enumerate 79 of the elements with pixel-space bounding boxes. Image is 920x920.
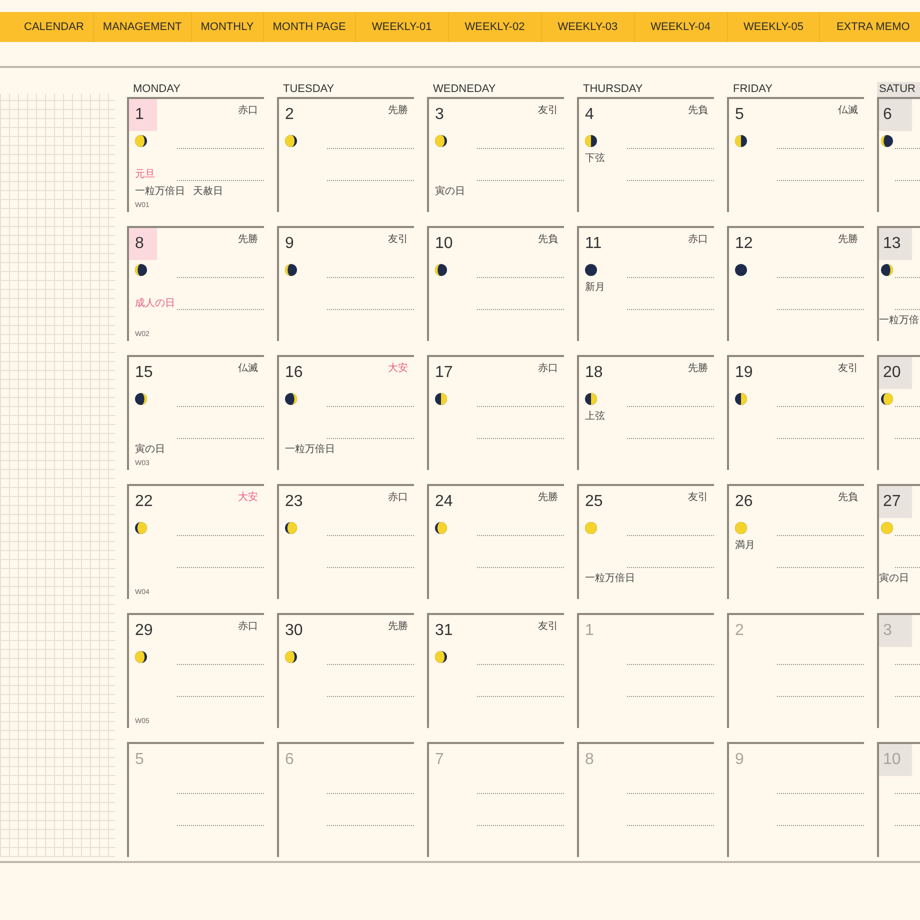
- date-number: 10: [434, 234, 454, 254]
- date-number: 4: [584, 105, 595, 125]
- date-number: 9: [284, 234, 295, 254]
- date-number: 12: [734, 234, 754, 254]
- rokuyo-label: 先勝: [388, 104, 409, 117]
- date-number: 17: [434, 363, 454, 383]
- weekday-header: WEDNEDAY: [432, 82, 497, 97]
- date-number: 25: [584, 492, 604, 512]
- date-number: 20: [879, 357, 912, 389]
- rokuyo-label: 仏滅: [838, 104, 859, 117]
- rokuyo-label: 先負: [688, 104, 709, 117]
- moon-phase-label: 上弦: [585, 410, 605, 423]
- event-label: 一粒万倍日: [585, 572, 635, 585]
- event-label: 一粒万倍日: [285, 442, 335, 456]
- event-label: 天赦日: [193, 185, 223, 198]
- date-number: 30: [284, 621, 304, 641]
- date-number: 22: [134, 492, 154, 512]
- weekday-header: TUESDAY: [282, 82, 336, 97]
- date-number: 6: [284, 750, 295, 770]
- weekday-header: THURSDAY: [582, 82, 644, 97]
- date-number: 26: [734, 492, 754, 512]
- rokuyo-label: 先勝: [838, 232, 859, 246]
- date-number: 8: [129, 228, 157, 260]
- date-number: 5: [134, 750, 145, 770]
- rokuyo-label: 先負: [538, 232, 559, 246]
- date-number: 23: [284, 492, 304, 512]
- rokuyo-label: 仏滅: [238, 362, 259, 375]
- rokuyo-label: 先負: [838, 490, 859, 504]
- rokuyo-label: 赤口: [538, 362, 559, 375]
- date-number: 15: [134, 363, 154, 383]
- rokuyo-label: 赤口: [688, 232, 709, 246]
- date-number: 11: [584, 234, 603, 254]
- holiday-name: 元旦: [135, 168, 155, 181]
- weekday-header: FRIDAY: [732, 82, 774, 97]
- date-number: 9: [734, 750, 745, 770]
- date-number: 8: [584, 750, 595, 770]
- rokuyo-label: 友引: [688, 491, 709, 504]
- rokuyo-label: 先勝: [688, 362, 709, 375]
- date-number: 13: [879, 228, 912, 260]
- weekday-header: SATUR: [877, 82, 920, 97]
- event-label: 寅の日: [435, 184, 465, 198]
- moon-phase-label: 満月: [735, 538, 755, 552]
- date-number: 6: [879, 99, 912, 131]
- date-number: 5: [734, 105, 745, 125]
- date-number: 16: [284, 363, 304, 383]
- date-number: 31: [434, 621, 454, 641]
- date-number: 27: [879, 486, 912, 518]
- date-number: 29: [134, 621, 154, 641]
- moon-phase-label: 下弦: [585, 152, 605, 165]
- date-number: 3: [434, 105, 445, 125]
- rokuyo-label: 先勝: [238, 232, 259, 246]
- event-label: 一粒万倍: [879, 314, 919, 327]
- event-label: 寅の日: [135, 442, 165, 456]
- moon-phase-label: 新月: [585, 280, 605, 294]
- holiday-name: 成人の日: [135, 296, 175, 310]
- date-number: 1: [584, 621, 595, 641]
- date-number: 19: [734, 363, 754, 383]
- rokuyo-label: 友引: [838, 362, 859, 375]
- rokuyo-label: 赤口: [238, 620, 259, 633]
- date-number: 2: [284, 105, 295, 125]
- date-number: 2: [734, 621, 745, 641]
- rokuyo-label: 先勝: [538, 490, 559, 504]
- date-number: 18: [584, 363, 604, 383]
- rokuyo-label: 友引: [538, 620, 559, 633]
- date-number: 24: [434, 492, 454, 512]
- date-number: 1: [129, 99, 157, 131]
- rokuyo-label: 大安: [388, 362, 409, 375]
- rokuyo-label: 赤口: [388, 490, 409, 504]
- weekday-header: MONDAY: [132, 82, 182, 97]
- event-label: 一粒万倍日: [135, 184, 185, 198]
- date-number: 7: [434, 750, 445, 770]
- rokuyo-label: 先勝: [388, 620, 409, 633]
- rokuyo-label: 大安: [238, 490, 259, 504]
- rokuyo-label: 友引: [388, 233, 409, 246]
- rokuyo-label: 友引: [538, 104, 559, 117]
- event-label: 寅の日: [879, 572, 909, 585]
- date-number: 3: [879, 615, 912, 647]
- date-number: 10: [879, 744, 912, 776]
- rokuyo-label: 赤口: [238, 104, 259, 117]
